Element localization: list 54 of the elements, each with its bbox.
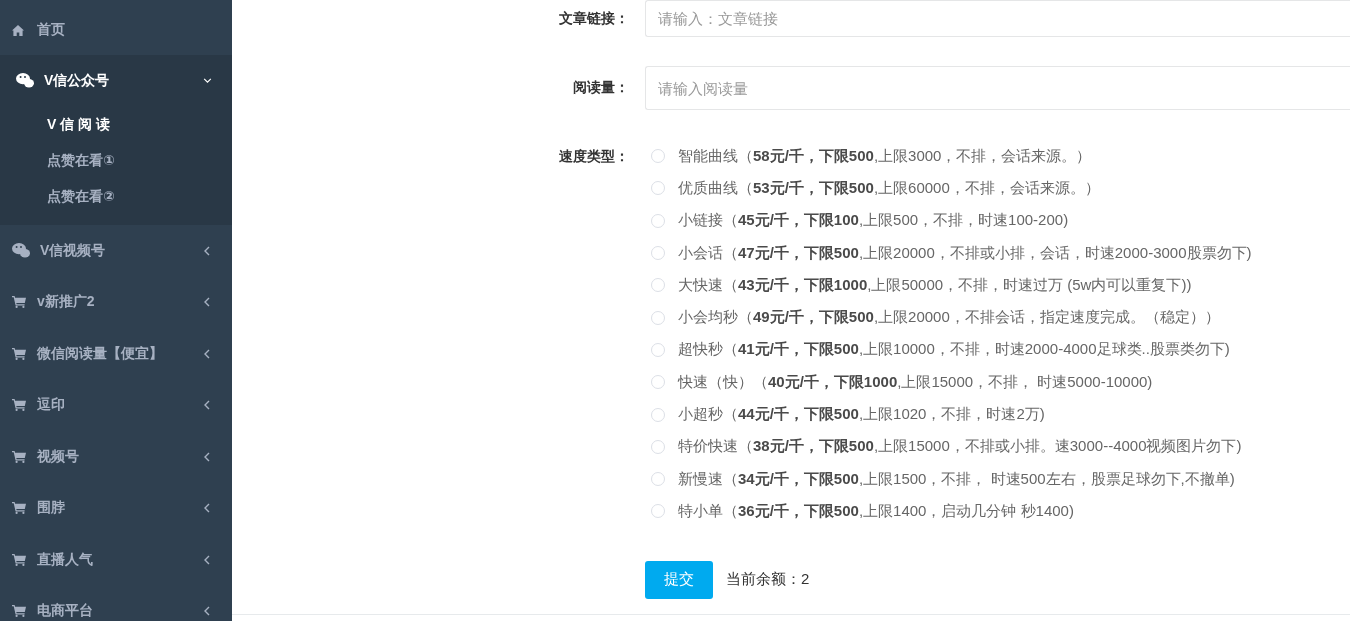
nav-item[interactable]: 微信阅读量【便宜】 bbox=[0, 328, 232, 380]
option-label: 小链接（45元/千，下限100,上限500，不排，时速100-200) bbox=[678, 211, 1069, 231]
option-label: 智能曲线（58元/千，下限500,上限3000，不排，会话来源。） bbox=[678, 146, 1092, 166]
balance-text: 当前余额：2 bbox=[726, 570, 810, 590]
submenu-item[interactable]: 点赞在看① bbox=[0, 142, 232, 179]
nav-item[interactable]: 围脖 bbox=[0, 482, 232, 534]
field-label: 速度类型： bbox=[559, 147, 629, 166]
radio-button[interactable] bbox=[651, 407, 665, 422]
option-label: 大快速（43元/千，下限1000,上限50000，不排，时速过万 (5w内可以重复下)) bbox=[678, 275, 1192, 295]
radio-button[interactable] bbox=[651, 278, 665, 293]
radio-button[interactable] bbox=[651, 246, 665, 261]
cart-icon bbox=[12, 605, 26, 618]
cart-icon bbox=[12, 553, 26, 566]
radio-button[interactable] bbox=[651, 310, 665, 325]
nav-item[interactable]: 逗印 bbox=[0, 379, 232, 431]
chat-bubbles-icon bbox=[12, 243, 30, 259]
submit-button[interactable]: 提交 bbox=[645, 560, 713, 599]
nav-item[interactable]: v新推广2 bbox=[0, 276, 232, 328]
option-label: 优质曲线（53元/千，下限500,上限60000，不排，会话来源。） bbox=[678, 178, 1100, 198]
cart-icon bbox=[12, 296, 26, 309]
nav-item[interactable]: V信视频号 bbox=[0, 225, 232, 277]
field-label: 文章链接： bbox=[558, 9, 629, 28]
cart-icon bbox=[12, 399, 26, 412]
option-label: 小会均秒（49元/千，下限500,上限20000，不排会话，指定速度完成。（稳定）） bbox=[678, 308, 1220, 328]
radio-button[interactable] bbox=[651, 504, 665, 519]
option-label: 超快秒（41元/千，下限500,上限10000，不排，时速2000-4000足球类..股票类勿下) bbox=[678, 340, 1230, 360]
cart-icon bbox=[12, 450, 26, 463]
cart-icon bbox=[12, 347, 26, 360]
nav-item[interactable]: 电商平台 bbox=[0, 585, 232, 621]
radio-button[interactable] bbox=[651, 342, 665, 357]
field-label: 阅读量： bbox=[572, 79, 629, 97]
radio-button[interactable] bbox=[651, 181, 665, 196]
input-field[interactable]: 请输入阅读量 bbox=[645, 66, 1350, 110]
nav-item[interactable]: 首页 bbox=[0, 0, 232, 55]
radio-button[interactable] bbox=[651, 213, 665, 228]
cart-icon bbox=[12, 502, 26, 515]
radio-button[interactable] bbox=[651, 375, 665, 390]
input-field[interactable]: 请输入：文章链接 bbox=[645, 0, 1350, 37]
submenu-item[interactable]: 点赞在看② bbox=[0, 178, 232, 215]
radio-button[interactable] bbox=[651, 439, 665, 454]
option-label: 特小单（36元/千，下限500,上限1400，启动几分钟 秒1400) bbox=[678, 501, 1074, 521]
nav-item[interactable]: 直播人气 bbox=[0, 534, 232, 586]
radio-button[interactable] bbox=[651, 149, 665, 164]
nav-item[interactable]: 视频号 bbox=[0, 431, 232, 483]
submenu-item[interactable]: V 信 阅 读 bbox=[0, 106, 232, 143]
option-label: 小超秒（44元/千，下限500,上限1020，不排，时速2万) bbox=[678, 405, 1045, 424]
radio-button[interactable] bbox=[651, 472, 665, 487]
nav-item[interactable]: V信公众号 bbox=[0, 55, 232, 107]
option-label: 快速（快）（40元/千，下限1000,上限15000，不排， 时速5000-10000) bbox=[678, 372, 1153, 392]
option-label: 新慢速（34元/千，下限500,上限1500，不排， 时速500左右，股票足球勿下,不撤单) bbox=[678, 469, 1235, 489]
option-label: 小会话（47元/千，下限500,上限20000，不排或小排，会话，时速2000-3000股票勿下) bbox=[678, 243, 1252, 263]
chat-bubbles-icon bbox=[16, 73, 34, 89]
home-icon bbox=[12, 24, 24, 36]
option-label: 特价快速（38元/千，下限500,上限15000，不排或小排。速3000--4000视频图片勿下) bbox=[678, 437, 1242, 457]
